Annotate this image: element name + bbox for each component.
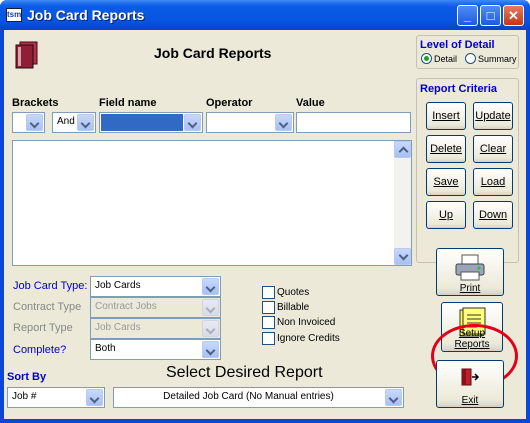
field-name-dropdown[interactable] — [99, 112, 203, 133]
report-book-icon — [15, 41, 38, 69]
report-criteria-group: Report Criteria Insert Update Delete Cle… — [416, 78, 519, 263]
chevron-down-icon — [202, 320, 219, 337]
level-of-detail-group: Level of Detail Detail Summary — [416, 35, 519, 69]
close-button[interactable]: ✕ — [503, 5, 524, 26]
criteria-list[interactable] — [12, 140, 412, 266]
bracket-dropdown[interactable] — [12, 112, 45, 133]
and-or-value: And — [57, 116, 75, 127]
field-selection-highlight — [101, 114, 183, 131]
contract-type-value: Contract Jobs — [95, 301, 157, 312]
report-type-value: Job Cards — [95, 322, 141, 333]
ignore-credits-checkbox-label: Ignore Credits — [277, 333, 340, 344]
value-label: Value — [296, 97, 325, 109]
application-window: tsm Job Card Reports _ □ ✕ Job Card Repo… — [0, 0, 530, 423]
chevron-down-icon[interactable] — [77, 114, 94, 131]
chevron-down-icon[interactable] — [184, 114, 201, 131]
report-select-value: Detailed Job Card (No Manual entries) — [163, 391, 334, 402]
chevron-down-icon — [202, 299, 219, 316]
close-icon: ✕ — [508, 8, 519, 23]
complete-dropdown[interactable]: Both — [90, 339, 221, 360]
exit-button[interactable]: Exit — [436, 360, 504, 408]
chevron-down-icon[interactable] — [275, 114, 292, 131]
sort-by-value: Job # — [12, 391, 37, 402]
window-title: Job Card Reports — [27, 7, 145, 23]
level-of-detail-title: Level of Detail — [420, 39, 495, 51]
window-client-area: Job Card Reports Brackets Field name Ope… — [4, 30, 526, 419]
scroll-down-arrow-icon[interactable] — [394, 248, 411, 265]
minimize-icon: _ — [463, 8, 472, 23]
print-button-label: Print — [459, 283, 481, 294]
maximize-icon: □ — [486, 8, 495, 23]
chevron-down-icon[interactable] — [202, 278, 219, 295]
detail-radio[interactable] — [421, 53, 432, 64]
non-invoiced-checkbox-label: Non Invoiced — [277, 317, 336, 328]
summary-radio[interactable] — [465, 53, 476, 64]
load-button[interactable]: Load — [473, 168, 513, 196]
insert-button[interactable]: Insert — [426, 102, 466, 130]
complete-label: Complete? — [13, 344, 67, 356]
operator-label: Operator — [206, 97, 253, 109]
report-type-dropdown: Job Cards — [90, 318, 221, 339]
save-button[interactable]: Save — [426, 168, 466, 196]
quotes-checkbox[interactable] — [262, 286, 275, 299]
contract-type-dropdown: Contract Jobs — [90, 297, 221, 318]
maximize-button[interactable]: □ — [480, 5, 501, 26]
value-input[interactable] — [296, 112, 411, 133]
down-button[interactable]: Down — [473, 201, 513, 229]
complete-value: Both — [95, 343, 116, 354]
billable-checkbox[interactable] — [262, 301, 275, 314]
sort-by-label: Sort By — [7, 371, 47, 383]
report-type-label: Report Type — [13, 322, 73, 334]
page-title: Job Card Reports — [154, 45, 272, 61]
ignore-credits-checkbox[interactable] — [262, 332, 275, 345]
summary-radio-label: Summary — [478, 54, 517, 64]
criteria-list-scrollbar[interactable] — [394, 141, 411, 265]
sort-by-dropdown[interactable]: Job # — [7, 387, 105, 408]
operator-dropdown[interactable] — [206, 112, 294, 133]
chevron-down-icon[interactable] — [26, 114, 43, 131]
chevron-down-icon[interactable] — [385, 389, 402, 406]
and-or-dropdown[interactable]: And — [52, 112, 96, 133]
job-card-type-dropdown[interactable]: Job Cards — [90, 276, 221, 297]
clear-all-button[interactable]: Clear All — [473, 135, 513, 181]
job-card-type-label: Job Card Type: — [13, 280, 88, 292]
printer-icon — [455, 254, 485, 281]
exit-door-icon — [461, 368, 480, 386]
billable-checkbox-label: Billable — [277, 302, 310, 313]
brackets-label: Brackets — [12, 97, 59, 109]
scroll-up-arrow-icon[interactable] — [394, 141, 411, 158]
app-icon: tsm — [6, 8, 22, 22]
report-select-dropdown[interactable]: Detailed Job Card (No Manual entries) — [113, 387, 404, 408]
detail-radio-label: Detail — [434, 54, 458, 64]
update-button[interactable]: Update — [473, 102, 513, 130]
select-report-heading: Select Desired Report — [166, 364, 323, 381]
delete-button[interactable]: Delete — [426, 135, 466, 163]
up-button[interactable]: Up — [426, 201, 466, 229]
non-invoiced-checkbox[interactable] — [262, 316, 275, 329]
quotes-checkbox-label: Quotes — [277, 287, 310, 298]
chevron-down-icon[interactable] — [202, 341, 219, 358]
chevron-down-icon[interactable] — [86, 389, 103, 406]
report-criteria-title: Report Criteria — [420, 83, 498, 95]
job-card-type-value: Job Cards — [95, 280, 141, 291]
title-bar[interactable]: tsm Job Card Reports _ □ ✕ — [0, 0, 530, 30]
contract-type-label: Contract Type — [13, 301, 82, 313]
field-name-label: Field name — [99, 97, 157, 109]
print-button[interactable]: Print — [436, 248, 504, 296]
exit-button-label: Exit — [461, 395, 479, 406]
minimize-button[interactable]: _ — [457, 5, 478, 26]
